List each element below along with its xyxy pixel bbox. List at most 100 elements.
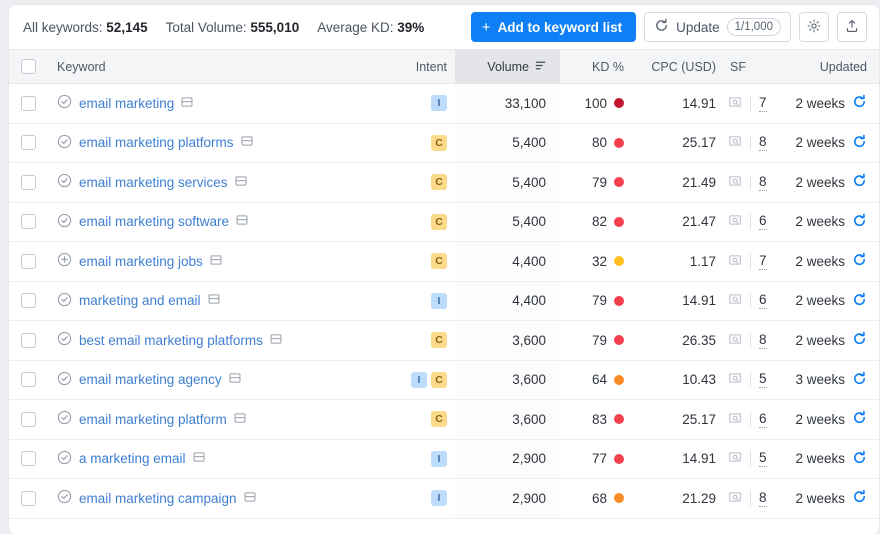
check-circle-icon[interactable] <box>57 292 72 310</box>
intent-badge-i[interactable]: I <box>431 490 447 506</box>
refresh-icon[interactable] <box>852 331 867 349</box>
table-row[interactable]: email marketingI33,10010014.9172 weeks <box>9 84 880 124</box>
refresh-icon[interactable] <box>852 450 867 468</box>
row-select-cell[interactable] <box>9 321 47 361</box>
serp-preview-icon[interactable] <box>728 450 742 467</box>
sf-value[interactable]: 8 <box>759 490 767 507</box>
row-checkbox[interactable] <box>21 491 36 506</box>
table-row[interactable]: email marketing campaignI2,9006821.2982 … <box>9 479 880 519</box>
table-row[interactable]: email marketing platformC3,6008325.1762 … <box>9 400 880 440</box>
sf-value[interactable]: 6 <box>759 213 767 230</box>
row-checkbox[interactable] <box>21 254 36 269</box>
intent-badge-i[interactable]: I <box>431 95 447 111</box>
row-select-cell[interactable] <box>9 242 47 282</box>
keyword-link[interactable]: best email marketing platforms <box>79 333 263 348</box>
sf-value[interactable]: 7 <box>759 253 767 270</box>
row-checkbox[interactable] <box>21 372 36 387</box>
refresh-icon[interactable] <box>852 371 867 389</box>
row-checkbox[interactable] <box>21 214 36 229</box>
serp-features-icon[interactable] <box>210 254 222 269</box>
sf-value[interactable]: 8 <box>759 134 767 151</box>
row-checkbox[interactable] <box>21 293 36 308</box>
header-keyword[interactable]: Keyword <box>47 50 399 84</box>
refresh-icon[interactable] <box>852 173 867 191</box>
table-row[interactable]: email marketing softwareC5,4008221.4762 … <box>9 202 880 242</box>
header-updated[interactable]: Updated <box>790 50 880 84</box>
sf-value[interactable]: 7 <box>759 95 767 112</box>
serp-features-icon[interactable] <box>241 135 253 150</box>
serp-features-icon[interactable] <box>208 293 220 308</box>
serp-preview-icon[interactable] <box>728 174 742 191</box>
row-select-cell[interactable] <box>9 360 47 400</box>
serp-preview-icon[interactable] <box>728 134 742 151</box>
check-circle-icon[interactable] <box>57 213 72 231</box>
refresh-icon[interactable] <box>852 410 867 428</box>
intent-badge-c[interactable]: C <box>431 411 447 427</box>
sf-value[interactable]: 8 <box>759 174 767 191</box>
check-circle-icon[interactable] <box>57 331 72 349</box>
sf-value[interactable]: 8 <box>759 332 767 349</box>
intent-badge-i[interactable]: I <box>411 372 427 388</box>
keyword-link[interactable]: email marketing campaign <box>79 491 237 506</box>
row-select-cell[interactable] <box>9 281 47 321</box>
update-button[interactable]: Update 1/1,000 <box>644 12 791 42</box>
serp-features-icon[interactable] <box>229 372 241 387</box>
keyword-link[interactable]: email marketing services <box>79 175 228 190</box>
intent-badge-c[interactable]: C <box>431 332 447 348</box>
check-circle-icon[interactable] <box>57 94 72 112</box>
check-circle-icon[interactable] <box>57 489 72 507</box>
intent-badge-c[interactable]: C <box>431 372 447 388</box>
check-circle-icon[interactable] <box>57 134 72 152</box>
serp-features-icon[interactable] <box>234 412 246 427</box>
serp-preview-icon[interactable] <box>728 490 742 507</box>
keyword-link[interactable]: email marketing jobs <box>79 254 203 269</box>
row-select-cell[interactable] <box>9 479 47 519</box>
row-select-cell[interactable] <box>9 439 47 479</box>
keyword-link[interactable]: email marketing platform <box>79 412 227 427</box>
export-button[interactable] <box>837 12 867 42</box>
row-checkbox[interactable] <box>21 96 36 111</box>
row-select-cell[interactable] <box>9 202 47 242</box>
row-checkbox[interactable] <box>21 175 36 190</box>
refresh-icon[interactable] <box>852 213 867 231</box>
serp-preview-icon[interactable] <box>728 213 742 230</box>
table-row[interactable]: marketing and emailI4,4007914.9162 weeks <box>9 281 880 321</box>
header-intent[interactable]: Intent <box>399 50 455 84</box>
row-select-cell[interactable] <box>9 163 47 203</box>
check-circle-icon[interactable] <box>57 371 72 389</box>
row-checkbox[interactable] <box>21 135 36 150</box>
row-checkbox[interactable] <box>21 412 36 427</box>
row-select-cell[interactable] <box>9 123 47 163</box>
table-row[interactable]: a marketing emailI2,9007714.9152 weeks <box>9 439 880 479</box>
table-row[interactable]: email marketing jobsC4,400321.1772 weeks <box>9 242 880 282</box>
keyword-link[interactable]: marketing and email <box>79 293 201 308</box>
header-select-all[interactable] <box>9 50 47 84</box>
sf-value[interactable]: 6 <box>759 411 767 428</box>
table-row[interactable]: email marketing agencyIC3,6006410.4353 w… <box>9 360 880 400</box>
check-circle-icon[interactable] <box>57 173 72 191</box>
table-row[interactable]: email marketing platformsC5,4008025.1782… <box>9 123 880 163</box>
row-checkbox[interactable] <box>21 451 36 466</box>
intent-badge-i[interactable]: I <box>431 293 447 309</box>
intent-badge-c[interactable]: C <box>431 214 447 230</box>
table-row[interactable]: email marketing servicesC5,4007921.4982 … <box>9 163 880 203</box>
header-volume[interactable]: Volume <box>455 50 560 84</box>
serp-preview-icon[interactable] <box>728 332 742 349</box>
serp-features-icon[interactable] <box>193 451 205 466</box>
serp-preview-icon[interactable] <box>728 95 742 112</box>
select-all-checkbox[interactable] <box>21 59 36 74</box>
sf-value[interactable]: 6 <box>759 292 767 309</box>
check-circle-icon[interactable] <box>57 410 72 428</box>
refresh-icon[interactable] <box>852 292 867 310</box>
serp-features-icon[interactable] <box>244 491 256 506</box>
serp-preview-icon[interactable] <box>728 371 742 388</box>
add-to-keyword-list-button[interactable]: + Add to keyword list <box>471 12 636 42</box>
keyword-link[interactable]: email marketing software <box>79 214 229 229</box>
header-sf[interactable]: SF <box>722 50 790 84</box>
table-row[interactable]: best email marketing platformsC3,6007926… <box>9 321 880 361</box>
serp-features-icon[interactable] <box>270 333 282 348</box>
keyword-link[interactable]: email marketing platforms <box>79 135 234 150</box>
header-cpc[interactable]: CPC (USD) <box>638 50 722 84</box>
intent-badge-c[interactable]: C <box>431 253 447 269</box>
intent-badge-i[interactable]: I <box>431 451 447 467</box>
